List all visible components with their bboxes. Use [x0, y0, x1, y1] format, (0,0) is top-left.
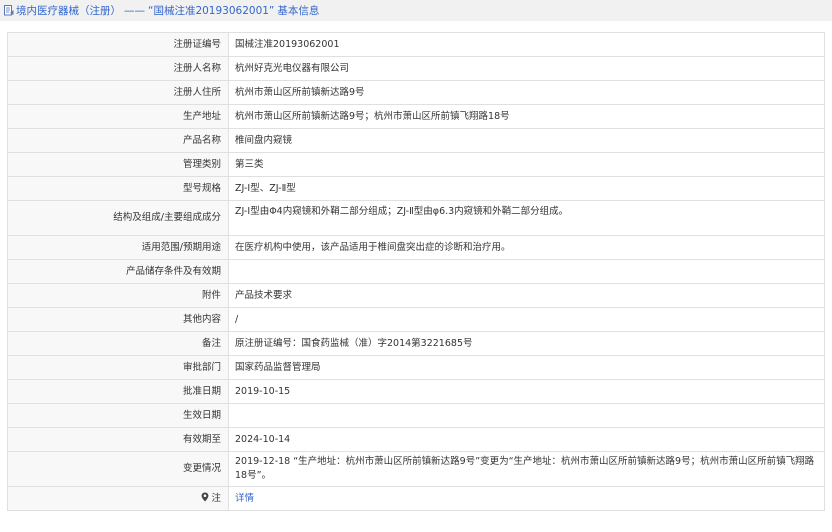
row-value: 椎间盘内窥镜 — [228, 128, 825, 153]
row-label: 附件 — [7, 283, 229, 308]
row-value: ZJ-Ⅰ型由Φ4内窥镜和外鞘二部分组成；ZJ-Ⅱ型由φ6.3内窥镜和外鞘二部分组… — [228, 200, 825, 236]
row-value: 2019-12-18 “生产地址：杭州市萧山区所前镇新达路9号”变更为“生产地址… — [228, 451, 825, 487]
row-label: 变更情况 — [7, 451, 229, 487]
row-label: 注册人名称 — [7, 56, 229, 81]
table-row-intended-use: 适用范围/预期用途 在医疗机构中使用，该产品适用于椎间盘突出症的诊断和治疗用。 — [7, 235, 825, 260]
row-value: ZJ-Ⅰ型、ZJ-Ⅱ型 — [228, 176, 825, 201]
table-row-production-address: 生产地址 杭州市萧山区所前镇新达路9号；杭州市萧山区所前镇飞翔路18号 — [7, 104, 825, 129]
row-value: 国械注准20193062001 — [228, 32, 825, 57]
row-value: 杭州市萧山区所前镇新达路9号；杭州市萧山区所前镇飞翔路18号 — [228, 104, 825, 129]
table-row-management-class: 管理类别 第三类 — [7, 152, 825, 177]
note-label: 注 — [211, 492, 221, 504]
row-label: 结构及组成/主要组成成分 — [7, 200, 229, 236]
table-row-note: 注 详情 — [7, 486, 825, 511]
table-row-cert-number: 注册证编号 国械注准20193062001 — [7, 32, 825, 57]
breadcrumb-separator: —— — [124, 4, 145, 17]
row-label: 适用范围/预期用途 — [7, 235, 229, 260]
table-row-structure: 结构及组成/主要组成成分 ZJ-Ⅰ型由Φ4内窥镜和外鞘二部分组成；ZJ-Ⅱ型由φ… — [7, 200, 825, 236]
details-link[interactable]: 详情 — [235, 493, 254, 504]
row-label: 生产地址 — [7, 104, 229, 129]
breadcrumb-section-link[interactable]: 境内医疗器械（注册） — [16, 3, 121, 18]
table-row-remark: 备注 原注册证编号：国食药监械（准）字2014第3221685号 — [7, 331, 825, 356]
row-label: 型号规格 — [7, 176, 229, 201]
row-value: / — [228, 307, 825, 332]
table-row-attachment: 附件 产品技术要求 — [7, 283, 825, 308]
row-value: 杭州市萧山区所前镇新达路9号 — [228, 80, 825, 105]
row-label: 产品名称 — [7, 128, 229, 153]
row-label: 备注 — [7, 331, 229, 356]
row-value — [228, 403, 825, 428]
table-row-approval-dept: 审批部门 国家药品监督管理局 — [7, 355, 825, 380]
row-value: 产品技术要求 — [228, 283, 825, 308]
table-row-change-history: 变更情况 2019-12-18 “生产地址：杭州市萧山区所前镇新达路9号”变更为… — [7, 451, 825, 487]
row-value: 在医疗机构中使用，该产品适用于椎间盘突出症的诊断和治疗用。 — [228, 235, 825, 260]
document-icon — [4, 5, 14, 16]
row-label: 有效期至 — [7, 427, 229, 452]
row-label: 其他内容 — [7, 307, 229, 332]
table-row-model-spec: 型号规格 ZJ-Ⅰ型、ZJ-Ⅱ型 — [7, 176, 825, 201]
breadcrumb-suffix: 基本信息 — [277, 5, 320, 17]
row-label: 管理类别 — [7, 152, 229, 177]
table-row-other: 其他内容 / — [7, 307, 825, 332]
row-label: 生效日期 — [7, 403, 229, 428]
table-row-valid-until: 有效期至 2024-10-14 — [7, 427, 825, 452]
table-row-storage: 产品储存条件及有效期 — [7, 259, 825, 284]
registration-info-table: 注册证编号 国械注准20193062001 注册人名称 杭州好克光电仪器有限公司… — [7, 32, 825, 511]
row-value: 杭州好克光电仪器有限公司 — [228, 56, 825, 81]
note-value-cell: 详情 — [228, 486, 825, 511]
location-pin-icon — [202, 492, 209, 501]
row-value: 2024-10-14 — [228, 427, 825, 452]
breadcrumb-current: “国械注准20193062001” — [148, 5, 275, 17]
table-row-registrant-name: 注册人名称 杭州好克光电仪器有限公司 — [7, 56, 825, 81]
row-label: 注册人住所 — [7, 80, 229, 105]
row-value: 2019-10-15 — [228, 379, 825, 404]
table-row-product-name: 产品名称 椎间盘内窥镜 — [7, 128, 825, 153]
table-row-approval-date: 批准日期 2019-10-15 — [7, 379, 825, 404]
row-value: 国家药品监督管理局 — [228, 355, 825, 380]
note-label-cell: 注 — [7, 486, 229, 511]
breadcrumb-bar: 境内医疗器械（注册） —— “国械注准20193062001” 基本信息 — [0, 0, 832, 21]
table-row-registrant-address: 注册人住所 杭州市萧山区所前镇新达路9号 — [7, 80, 825, 105]
row-label: 注册证编号 — [7, 32, 229, 57]
row-label: 审批部门 — [7, 355, 229, 380]
row-value: 原注册证编号：国食药监械（准）字2014第3221685号 — [228, 331, 825, 356]
row-label: 产品储存条件及有效期 — [7, 259, 229, 284]
row-value — [228, 259, 825, 284]
row-value: 第三类 — [228, 152, 825, 177]
row-label: 批准日期 — [7, 379, 229, 404]
table-row-effective-date: 生效日期 — [7, 403, 825, 428]
